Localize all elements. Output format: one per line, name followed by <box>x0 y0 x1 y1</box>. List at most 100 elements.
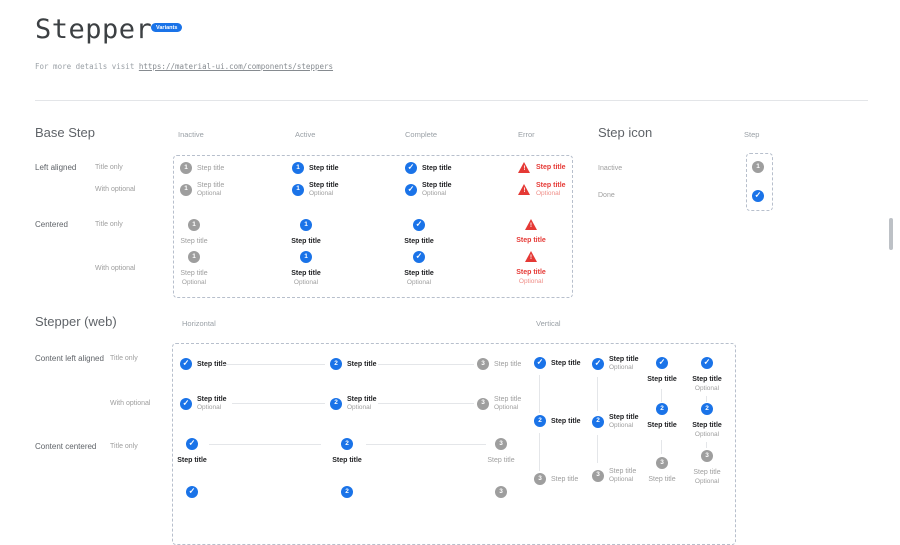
step-item: ✓ Step title <box>534 357 581 369</box>
step-item: ✓ Step title <box>180 358 227 370</box>
step-check-icon: ✓ <box>186 486 198 498</box>
step-title-label: Step title <box>291 237 321 246</box>
column-header-horizontal: Horizontal <box>182 319 216 328</box>
row-group-content-left-aligned: Content left aligned <box>35 354 104 363</box>
step-connector <box>661 440 662 454</box>
step-number-icon: 2 <box>341 486 353 498</box>
scrollbar-thumb[interactable] <box>889 218 893 250</box>
step-item: ! Step title Optional <box>518 181 566 198</box>
step-item: 3 Step title <box>534 473 578 485</box>
step-connector <box>539 375 540 413</box>
step-item: 1 Step title <box>164 219 224 246</box>
variant-label-with-optional: With optional <box>95 265 135 272</box>
step-connector <box>222 364 325 365</box>
step-number-icon: 3 <box>701 450 713 462</box>
row-label-done: Done <box>598 192 615 199</box>
step-number-icon: 3 <box>592 470 604 482</box>
step-item: 1 Step title <box>180 162 224 174</box>
step-check-icon: ✓ <box>656 357 668 369</box>
step-optional-label: Optional <box>347 404 377 412</box>
step-title-label: Step title <box>422 164 452 173</box>
step-item: ✓ Step title Optional <box>180 395 227 412</box>
column-header-step: Step <box>744 130 759 139</box>
step-number-icon: 1 <box>292 162 304 174</box>
step-optional-label: Optional <box>309 190 339 198</box>
step-optional-label: Optional <box>695 385 719 393</box>
step-item: 2 Step title <box>330 358 377 370</box>
step-number-icon: 2 <box>341 438 353 450</box>
step-number-icon: 3 <box>495 438 507 450</box>
step-title-label: Step title <box>309 181 339 190</box>
step-title-label: Step title <box>332 456 362 465</box>
subtitle-link[interactable]: https://material-ui.com/components/stepp… <box>139 62 333 71</box>
step-item: 1 Step title Optional <box>180 181 224 198</box>
step-title-label: Step title <box>516 268 546 277</box>
step-title-label: Step title <box>487 456 514 465</box>
row-group-centered: Centered <box>35 220 68 229</box>
step-check-icon: ✓ <box>405 184 417 196</box>
variant-label-with-optional: With optional <box>95 186 135 193</box>
stepper-spec-page: { "header": { "title": "Stepper", "badge… <box>0 0 900 494</box>
step-title-label: Step title <box>404 269 434 278</box>
step-item: ✓ Step title Optional <box>389 251 449 287</box>
step-title-label: Step title <box>647 375 677 384</box>
step-item: ✓ Step title Optional <box>677 357 737 393</box>
step-item: 1 Step title Optional <box>164 251 224 287</box>
step-title-label: Step title <box>177 456 207 465</box>
step-item: 2 Step title Optional <box>677 403 737 439</box>
step-connector <box>378 364 474 365</box>
variant-label-title-only: Title only <box>95 164 123 171</box>
step-number-icon: 1 <box>188 219 200 231</box>
step-number-icon: 3 <box>477 398 489 410</box>
step-connector <box>597 377 598 411</box>
subtitle: For more details visit https://material-… <box>35 62 333 71</box>
step-item: 3 Step title Optional <box>592 467 636 484</box>
step-optional-label: Optional <box>536 190 566 198</box>
step-icon-heading: Step icon <box>598 125 652 140</box>
page-title: Stepper <box>35 14 152 45</box>
step-title-label: Step title <box>551 359 581 368</box>
step-item: 1 Step title Optional <box>276 251 336 287</box>
step-item: 1 Step title <box>292 162 339 174</box>
step-connector <box>378 403 474 404</box>
step-check-icon: ✓ <box>592 358 604 370</box>
step-number-icon: 1 <box>752 161 764 173</box>
step-item: 3 Step title Optional <box>477 395 521 412</box>
step-check-icon: ✓ <box>413 251 425 263</box>
step-number-icon: 3 <box>495 486 507 498</box>
step-title-label: Step title <box>536 163 566 172</box>
step-item: 2 Step title Optional <box>330 395 377 412</box>
column-header-vertical: Vertical <box>536 319 561 328</box>
step-item: ! Step title <box>518 162 566 173</box>
step-optional-label: Optional <box>422 190 452 198</box>
step-title-label: Step title <box>551 475 578 484</box>
step-check-icon: ✓ <box>180 358 192 370</box>
error-warning-icon: ! <box>518 184 531 195</box>
step-number-icon: 3 <box>534 473 546 485</box>
step-number-icon: 1 <box>300 251 312 263</box>
step-optional-label: Optional <box>695 431 719 439</box>
step-optional-label: Optional <box>197 190 224 198</box>
step-check-icon: ✓ <box>752 190 764 202</box>
error-warning-icon: ! <box>525 251 538 262</box>
step-connector <box>661 389 662 402</box>
step-optional-label: Optional <box>407 279 431 287</box>
step-connector <box>232 403 325 404</box>
step-title-label: Step title <box>347 395 377 404</box>
step-title-label: Step title <box>536 181 566 190</box>
step-connector <box>706 442 707 448</box>
variant-label-with-optional: With optional <box>110 400 150 407</box>
step-title-label: Step title <box>309 164 339 173</box>
step-title-label: Step title <box>494 360 521 369</box>
step-title-label: Step title <box>692 421 722 430</box>
step-title-label: Step title <box>197 181 224 190</box>
header-divider <box>35 100 868 101</box>
step-number-icon: 1 <box>180 184 192 196</box>
step-number-icon: 1 <box>180 162 192 174</box>
step-check-icon: ✓ <box>405 162 417 174</box>
row-group-left-aligned: Left aligned <box>35 163 76 172</box>
column-header-inactive: Inactive <box>178 130 204 139</box>
step-check-icon: ✓ <box>701 357 713 369</box>
step-number-icon: 1 <box>300 219 312 231</box>
step-title-label: Step title <box>347 360 377 369</box>
